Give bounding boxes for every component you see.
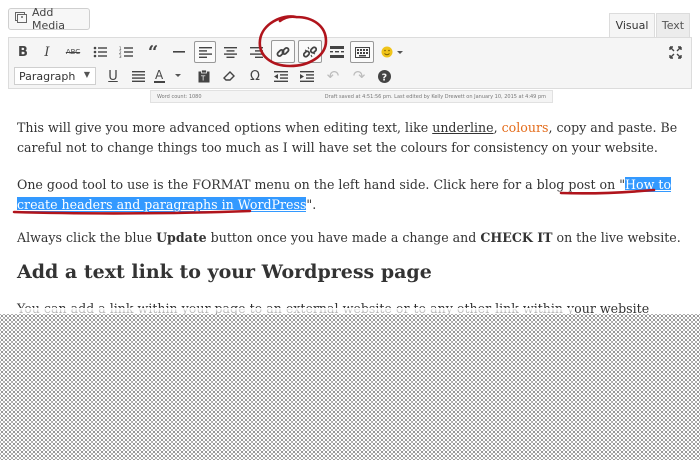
emoji-button[interactable] [378, 41, 408, 63]
chevron-down-icon: ▼ [83, 70, 90, 79]
eraser-icon [222, 71, 235, 81]
editor-content[interactable]: This will give you more advanced options… [17, 118, 687, 319]
dotted-fade-overlay [0, 314, 700, 460]
section-heading: Add a text link to your Wordpress page [17, 260, 432, 283]
indent-icon [300, 70, 314, 82]
svg-text:A: A [155, 69, 164, 82]
paragraph: Always click the blue Update button once… [17, 229, 681, 245]
media-icon [15, 12, 27, 26]
blockquote-button[interactable]: “ [142, 41, 164, 63]
align-left-button[interactable] [194, 41, 216, 63]
emoji-icon [381, 46, 403, 58]
strikethrough-button[interactable]: ABC [62, 41, 84, 63]
draft-saved-status: Draft saved at 4:51:56 pm. Last edited b… [324, 93, 546, 100]
justify-button[interactable] [127, 65, 149, 87]
align-center-icon [223, 46, 237, 58]
read-more-button[interactable] [326, 41, 348, 63]
svg-text:3: 3 [119, 54, 122, 58]
expand-icon [668, 45, 682, 59]
numbered-list-button[interactable]: 123 [115, 41, 137, 63]
bold-button[interactable]: B [12, 41, 34, 63]
word-count: Word count: 1080 [157, 93, 202, 100]
outdent-icon [274, 70, 288, 82]
text-color-icon: A [154, 69, 181, 83]
svg-text:?: ? [381, 72, 387, 83]
tab-text[interactable]: Text [656, 13, 690, 37]
redo-button[interactable]: ↷ [348, 65, 370, 87]
text-color-button[interactable]: A [150, 65, 186, 87]
paragraph: One good tool to use is the FORMAT menu … [17, 177, 672, 213]
align-center-button[interactable] [219, 41, 241, 63]
clipboard-icon: T [198, 69, 210, 82]
align-left-icon [198, 46, 212, 58]
remove-link-button[interactable] [298, 40, 322, 63]
unlink-icon [303, 45, 317, 58]
paragraph: This will give you more advanced options… [17, 120, 678, 156]
numbered-list-icon: 123 [119, 46, 133, 58]
fullscreen-button[interactable] [664, 41, 686, 63]
clear-formatting-button[interactable] [218, 65, 240, 87]
underline-button[interactable]: U [102, 65, 124, 87]
add-media-label: Add Media [32, 6, 66, 32]
svg-text:T: T [200, 74, 206, 82]
help-button[interactable]: ? [373, 65, 395, 87]
colours-text: colours [501, 120, 549, 135]
horizontal-line-button[interactable] [168, 41, 190, 63]
outdent-button[interactable] [270, 65, 292, 87]
align-right-button[interactable] [245, 41, 267, 63]
keyboard-icon [354, 46, 370, 58]
add-media-button[interactable]: Add Media [8, 6, 90, 32]
help-icon: ? [377, 69, 391, 83]
undo-button[interactable]: ↶ [322, 65, 344, 87]
insert-link-button[interactable] [271, 40, 295, 63]
bullet-list-button[interactable] [89, 41, 111, 63]
word-count-strip: Word count: 1080 Draft saved at 4:51:56 … [150, 90, 553, 103]
justify-icon [131, 70, 145, 82]
link-icon [276, 46, 290, 57]
indent-button[interactable] [296, 65, 318, 87]
underline-text: underline [432, 120, 494, 135]
align-right-icon [249, 46, 263, 58]
format-select[interactable]: Paragraph ▼ [14, 67, 96, 85]
horizontal-line-icon [173, 51, 185, 53]
italic-button[interactable]: I [36, 41, 58, 63]
paste-text-button[interactable]: T [193, 65, 215, 87]
tab-visual[interactable]: Visual [609, 13, 655, 37]
read-more-icon [330, 46, 344, 58]
bullet-list-icon [93, 46, 107, 58]
format-select-value: Paragraph [19, 69, 76, 83]
toolbar-toggle-button[interactable] [350, 41, 374, 63]
special-character-button[interactable]: Ω [244, 65, 266, 87]
